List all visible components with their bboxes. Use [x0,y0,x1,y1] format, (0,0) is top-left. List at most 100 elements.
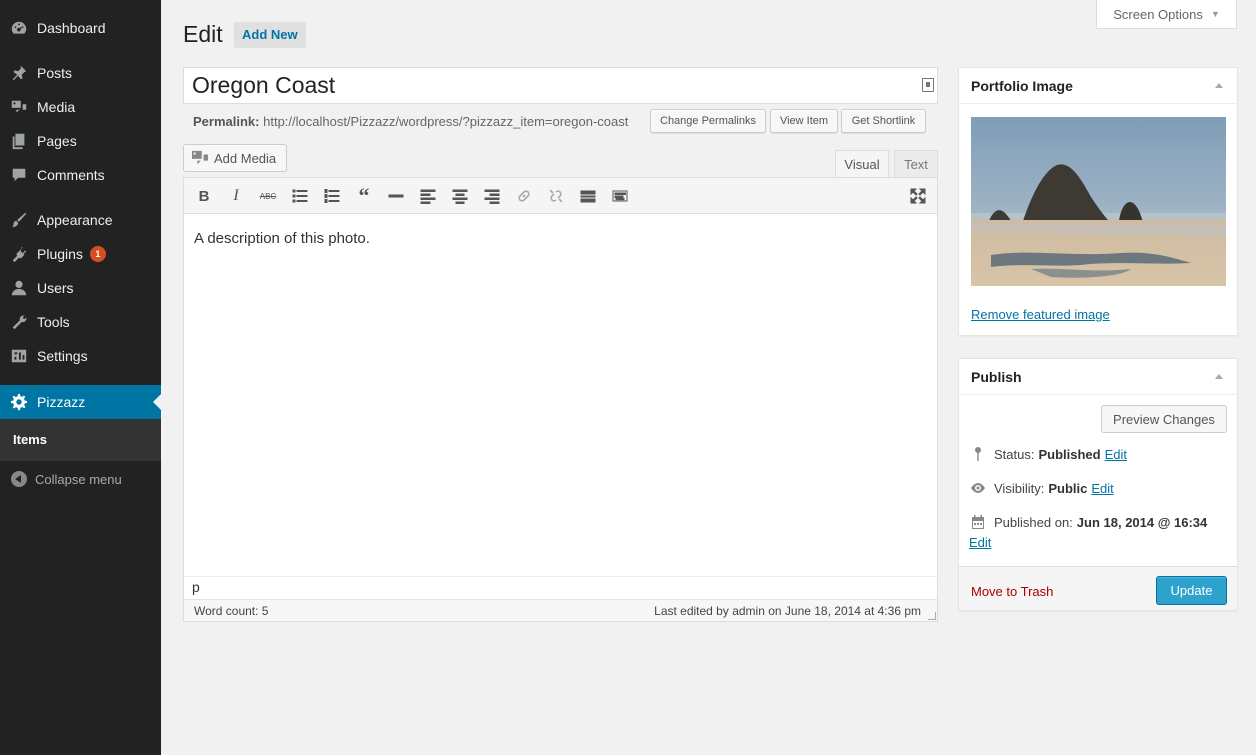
blockquote-icon[interactable]: “ [354,183,374,208]
published-on-row: Published on: Jun 18, 2014 @ 16:34 [969,513,1207,531]
menu-item-settings[interactable]: Settings [0,339,161,373]
bold-icon[interactable]: B [194,186,214,206]
brush-icon [9,210,29,230]
menu-label: Users [37,280,74,296]
unlink-icon[interactable] [546,186,566,206]
link-icon[interactable] [514,186,534,206]
admin-sidebar: Dashboard Posts Media Pages Comments App… [0,0,161,755]
menu-label: Settings [37,348,88,364]
screen-options-button[interactable]: Screen Options ▼ [1096,0,1237,29]
remove-featured-image-link[interactable]: Remove featured image [971,307,1110,322]
contact-card-icon [922,78,934,92]
collapse-arrow-icon[interactable] [1215,374,1223,379]
pages-icon [9,131,29,151]
add-new-button[interactable]: Add New [234,22,306,48]
numbered-list-icon[interactable] [322,186,342,206]
toolbar-toggle-icon[interactable] [610,186,630,206]
submenu-item-items[interactable]: Items [13,432,47,447]
comment-icon [9,165,29,185]
align-left-icon[interactable] [418,186,438,206]
publish-box: Publish Preview Changes Status: Publishe… [958,358,1238,611]
view-item-button[interactable]: View Item [770,109,838,133]
portfolio-image-title: Portfolio Image [971,77,1073,94]
pin-icon [969,445,987,463]
status-row: Status: Published Edit [969,445,1127,463]
user-icon [9,278,29,298]
menu-item-dashboard[interactable]: Dashboard [0,11,161,45]
menu-item-pizzazz[interactable]: Pizzazz [0,385,161,419]
postbox-header[interactable]: Publish [959,359,1237,395]
eye-icon [969,479,987,497]
editor-status-bar: Word count: 5 Last edited by admin on Ju… [184,599,937,621]
permalink-label: Permalink: [193,114,260,129]
page-title: Edit [183,21,223,47]
edit-date-link[interactable]: Edit [969,535,991,550]
pizzazz-submenu: Items [0,419,161,461]
word-count: Word count: 5 [194,604,269,618]
menu-item-comments[interactable]: Comments [0,158,161,192]
menu-label: Pages [37,133,77,149]
menu-item-pages[interactable]: Pages [0,124,161,158]
edit-status-link[interactable]: Edit [1105,447,1127,462]
change-permalinks-button[interactable]: Change Permalinks [650,109,766,133]
active-indicator [153,394,161,410]
media-icon [9,97,29,117]
menu-label: Plugins [37,246,83,262]
published-on-value: Jun 18, 2014 @ 16:34 [1076,514,1208,530]
post-title-input[interactable]: Oregon Coast [183,67,938,104]
last-edited-info: Last edited by admin on June 18, 2014 at… [654,604,921,618]
publish-title: Publish [971,368,1022,385]
menu-item-media[interactable]: Media [0,90,161,124]
move-to-trash-link[interactable]: Move to Trash [971,584,1053,599]
menu-item-plugins[interactable]: Plugins 1 [0,237,161,271]
visibility-value: Public [1048,480,1088,496]
editor-toolbar: B I ABC “ [184,178,937,214]
menu-label: Tools [37,314,70,330]
status-label: Status: [994,446,1035,462]
collapse-menu-button[interactable]: Collapse menu [0,468,161,490]
pin-icon [9,63,29,83]
status-value: Published [1038,446,1101,462]
tab-visual[interactable]: Visual [835,150,889,178]
plug-icon [9,244,29,264]
menu-label: Appearance [37,212,113,228]
element-path: p [184,576,937,599]
collapse-arrow-icon[interactable] [1215,83,1223,88]
content-editor: B I ABC “ A description of this photo. p… [183,177,938,622]
resize-handle[interactable] [928,612,936,620]
featured-image[interactable] [971,117,1226,286]
get-shortlink-button[interactable]: Get Shortlink [841,109,926,133]
wrench-icon [9,312,29,332]
visibility-label: Visibility: [994,480,1045,496]
settings-icon [9,346,29,366]
menu-item-appearance[interactable]: Appearance [0,203,161,237]
align-right-icon[interactable] [482,186,502,206]
read-more-icon[interactable] [578,186,598,206]
menu-label: Dashboard [37,20,106,36]
fullscreen-icon[interactable] [908,186,928,206]
postbox-header[interactable]: Portfolio Image [959,68,1237,104]
horizontal-rule-icon[interactable] [386,186,406,206]
publish-actions: Move to Trash Update [959,566,1237,610]
preview-changes-button[interactable]: Preview Changes [1101,405,1227,433]
bullet-list-icon[interactable] [290,186,310,206]
permalink-url[interactable]: http://localhost/Pizzazz/wordpress/?pizz… [263,114,628,129]
italic-icon[interactable]: I [226,186,246,206]
update-button[interactable]: Update [1156,576,1227,605]
permalink-row: Permalink: http://localhost/Pizzazz/word… [193,114,628,129]
edit-visibility-link[interactable]: Edit [1091,481,1113,496]
strikethrough-icon[interactable]: ABC [258,186,278,206]
menu-label: Media [37,99,76,115]
collapse-menu-label: Collapse menu [35,471,122,487]
tab-text[interactable]: Text [894,150,938,178]
add-media-label: Add Media [214,150,277,166]
menu-label: Comments [37,167,105,183]
editor-content[interactable]: A description of this photo. [194,230,370,247]
menu-item-users[interactable]: Users [0,271,161,305]
align-center-icon[interactable] [450,186,470,206]
menu-item-tools[interactable]: Tools [0,305,161,339]
add-media-button[interactable]: Add Media [183,144,287,172]
gear-icon [9,392,29,412]
menu-item-posts[interactable]: Posts [0,56,161,90]
collapse-arrow-icon [11,471,27,487]
